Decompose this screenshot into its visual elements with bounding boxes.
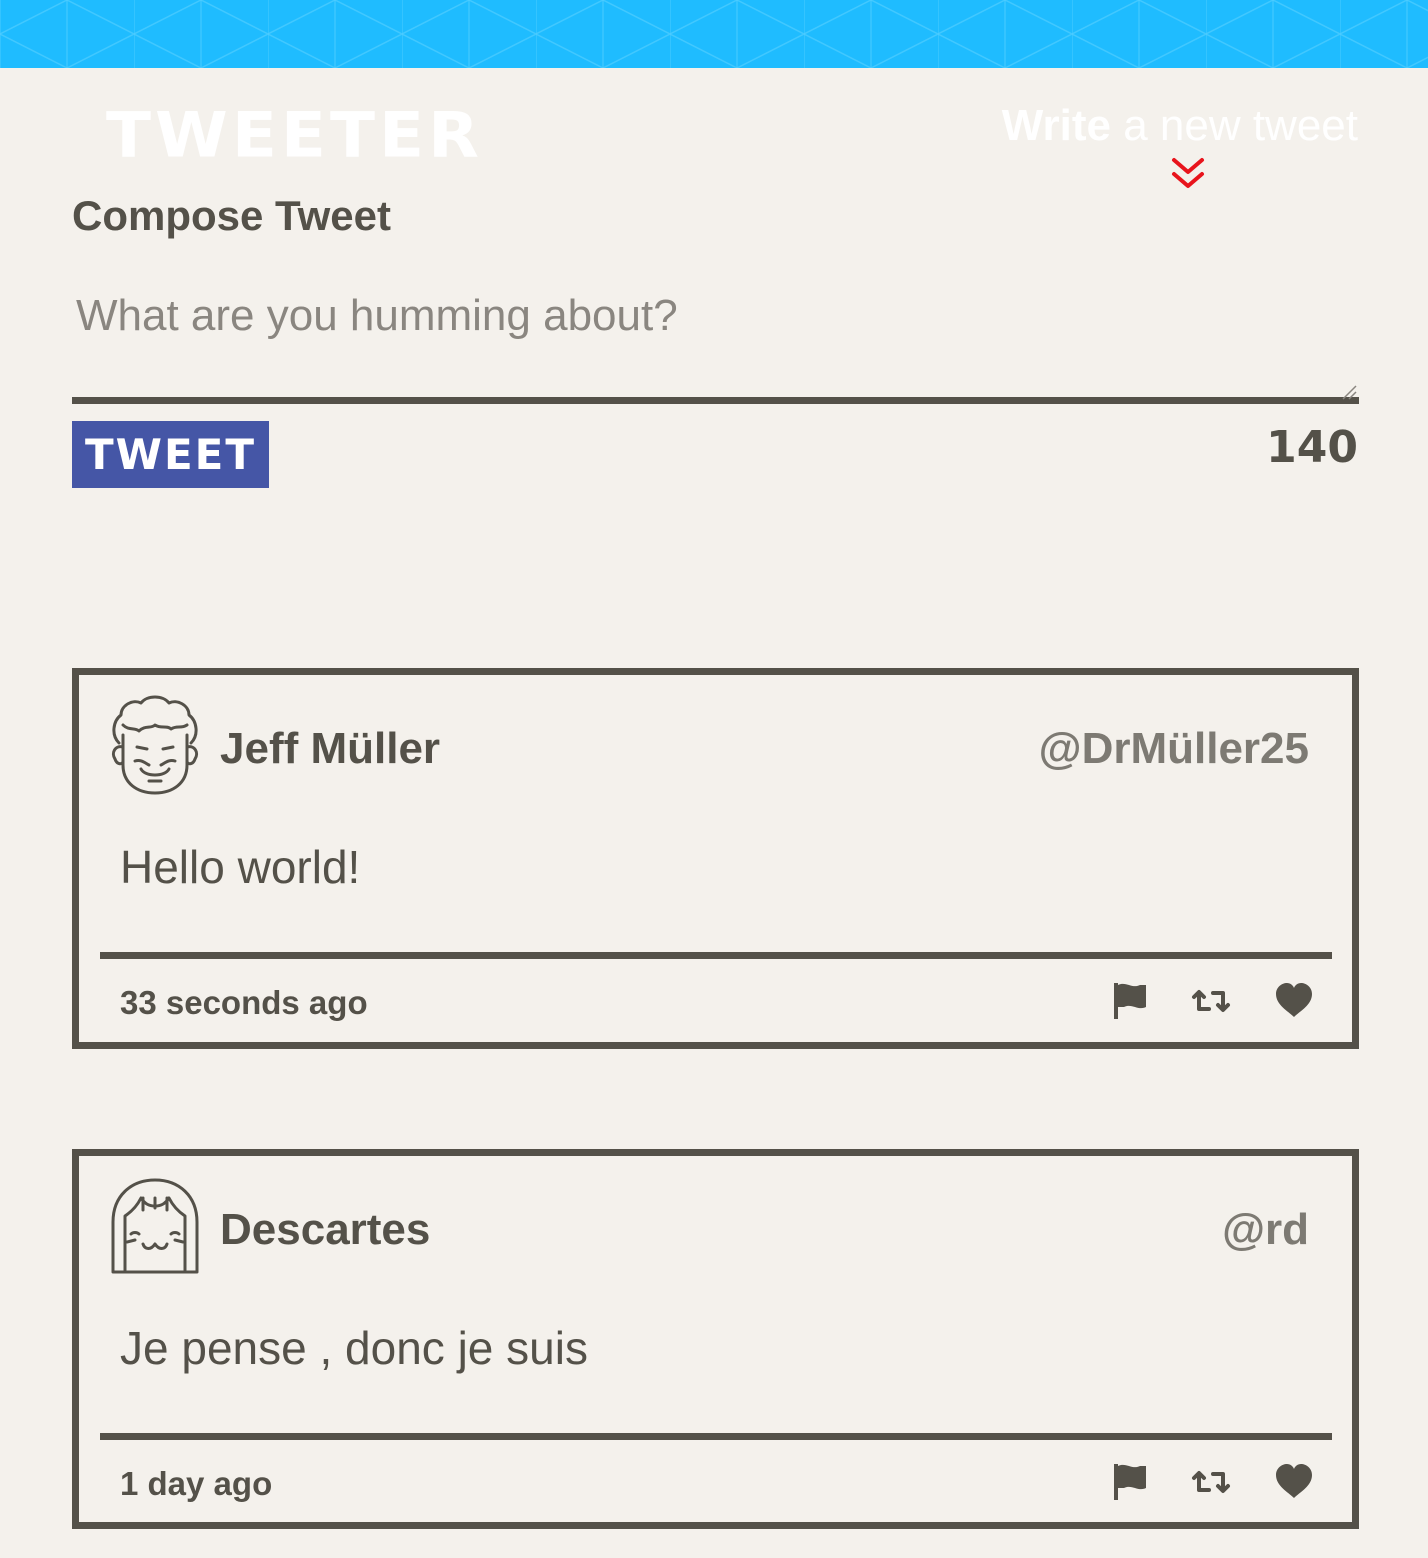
- top-banner: [0, 0, 1428, 68]
- bob-hair-avatar-icon: [111, 1178, 199, 1274]
- tweet-time: 1 day ago: [120, 1465, 273, 1502]
- card-divider: [100, 1433, 1332, 1440]
- flag-icon[interactable]: [1110, 1462, 1150, 1502]
- write-new-tweet-link[interactable]: Write a new tweet: [1002, 100, 1358, 152]
- resize-grip-icon[interactable]: [1341, 384, 1357, 400]
- tweet-card: Descartes @rd Je pense , donc je suis 1 …: [72, 1149, 1359, 1529]
- author-handle[interactable]: @DrMüller25: [1039, 719, 1309, 779]
- flag-icon[interactable]: [1110, 981, 1150, 1021]
- double-chevron-down-icon[interactable]: [1170, 156, 1206, 192]
- curly-hair-avatar-icon: [111, 695, 199, 795]
- tweet-card: Jeff Müller @DrMüller25 Hello world! 33 …: [72, 668, 1359, 1049]
- tweet-text: Hello world!: [120, 841, 361, 893]
- card-divider: [100, 952, 1332, 959]
- tweet-input[interactable]: [72, 276, 1359, 404]
- tweet-time: 33 seconds ago: [120, 984, 368, 1021]
- write-link-strong: Write: [1001, 101, 1111, 150]
- author-name: Jeff Müller: [220, 724, 441, 773]
- tweet-submit-button[interactable]: TWEET: [72, 421, 269, 488]
- heart-icon[interactable]: [1274, 1462, 1314, 1502]
- tweet-text: Je pense , donc je suis: [120, 1322, 588, 1374]
- char-counter: 140: [1266, 422, 1358, 473]
- author-name: Descartes: [220, 1205, 431, 1254]
- write-link-rest: a new tweet: [1110, 101, 1358, 150]
- compose-title: Compose Tweet: [72, 192, 391, 239]
- retweet-icon[interactable]: [1191, 981, 1231, 1021]
- author-handle[interactable]: @rd: [1222, 1200, 1309, 1260]
- retweet-icon[interactable]: [1191, 1462, 1231, 1502]
- brand-logo: TWEETER: [106, 98, 483, 172]
- heart-icon[interactable]: [1274, 981, 1314, 1021]
